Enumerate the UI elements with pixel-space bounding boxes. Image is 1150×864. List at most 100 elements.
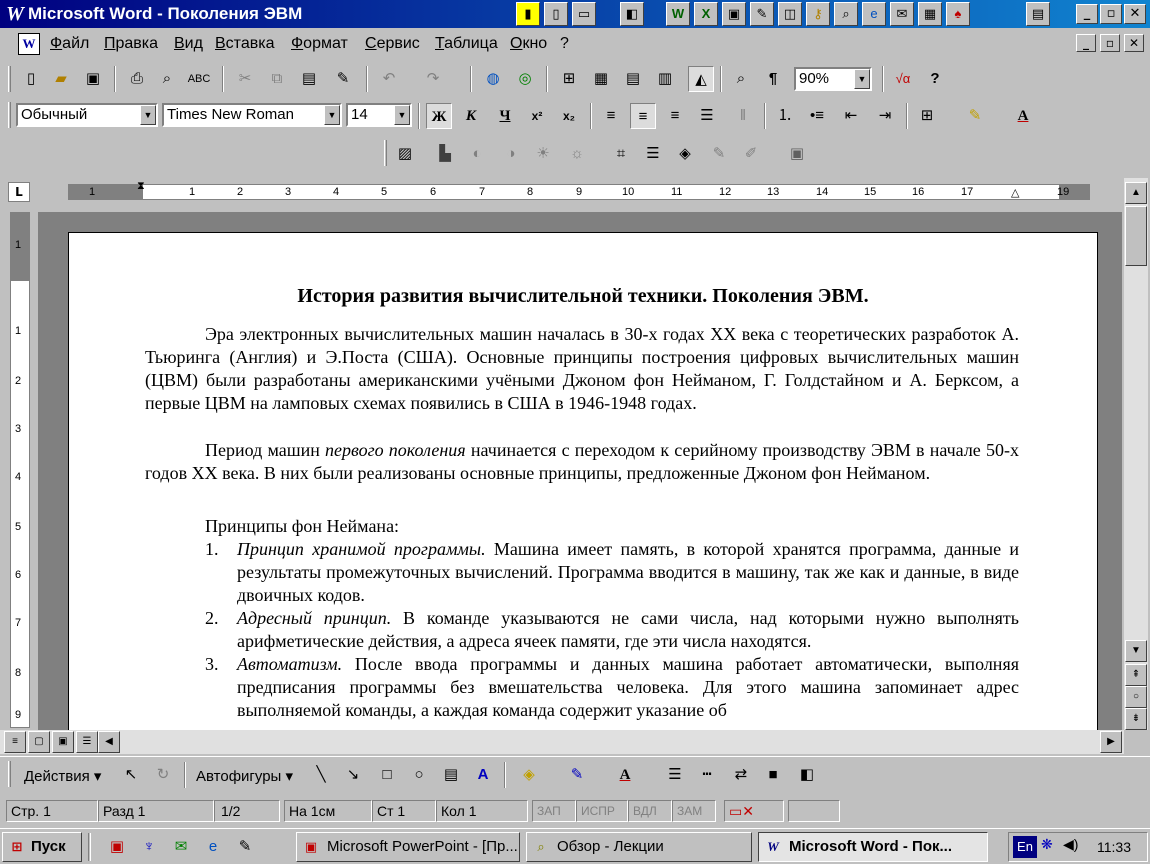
line-style-icon[interactable]: ☰ — [640, 141, 666, 167]
tables-borders-icon[interactable]: ⊞ — [556, 66, 582, 92]
underline-button[interactable]: Ч — [492, 103, 518, 129]
minimize-button[interactable]: _ — [1076, 4, 1098, 24]
decrease-indent-icon[interactable]: ⇤ — [838, 103, 864, 129]
start-button[interactable]: ⊞ Пуск — [2, 832, 82, 862]
line-weight-icon[interactable]: ☰ — [662, 762, 688, 788]
subscript-button[interactable]: x₂ — [556, 103, 582, 129]
fill-color-icon[interactable]: ◈ — [516, 762, 542, 788]
chevron-down-icon[interactable]: ▼ — [854, 69, 870, 89]
spelling-icon[interactable]: ABC — [186, 66, 212, 92]
binder-shortcut-icon[interactable]: ◫ — [778, 2, 802, 26]
drawing-icon[interactable]: ◭ — [688, 66, 714, 92]
calculator-shortcut-icon[interactable]: ▤ — [1026, 2, 1050, 26]
quick-launch-desktop-icon[interactable]: ▣ — [104, 834, 130, 860]
menu-window[interactable]: Окно — [510, 35, 547, 53]
increase-indent-icon[interactable]: ⇥ — [872, 103, 898, 129]
status-ext[interactable]: ВДЛ — [628, 800, 672, 822]
access-shortcut-icon[interactable]: ✎ — [750, 2, 774, 26]
outlook-shortcut-icon[interactable]: ✉ — [890, 2, 914, 26]
normal-view-icon[interactable]: ≡ — [4, 731, 26, 753]
more-contrast-icon[interactable]: ◐ — [464, 141, 490, 167]
word-app-icon[interactable]: W — [4, 3, 26, 25]
document-page[interactable]: История развития вычислительной техники.… — [68, 232, 1098, 730]
quick-launch-outlook-icon[interactable]: ✉ — [168, 834, 194, 860]
insert-excel-icon[interactable]: ▤ — [620, 66, 646, 92]
office-bar-icon[interactable]: ▮ — [516, 2, 540, 26]
menu-help[interactable]: ? — [560, 35, 569, 53]
clock[interactable]: 11:33 — [1097, 839, 1131, 855]
format-picture-icon[interactable]: ◈ — [672, 141, 698, 167]
undo-icon[interactable]: ↶ — [376, 66, 402, 92]
insert-picture-icon[interactable]: ▨ — [392, 141, 418, 167]
less-brightness-icon[interactable]: ☼ — [564, 141, 590, 167]
align-left-icon[interactable]: ≡ — [598, 103, 624, 129]
image-control-icon[interactable]: ▙ — [432, 141, 458, 167]
game-shortcut-icon[interactable]: ♠ — [946, 2, 970, 26]
paste-icon[interactable]: ▤ — [296, 66, 322, 92]
redo-icon[interactable]: ↷ — [420, 66, 446, 92]
document-area[interactable]: История развития вычислительной техники.… — [38, 212, 1122, 730]
line-color-icon[interactable]: ✎ — [564, 762, 590, 788]
outline-view-icon[interactable]: ☰ — [76, 731, 98, 753]
superscript-button[interactable]: x² — [524, 103, 550, 129]
close-button[interactable]: ✕ — [1124, 4, 1146, 24]
quick-launch-ie-icon[interactable]: e — [200, 834, 226, 860]
new-doc-icon[interactable]: ▯ — [544, 2, 568, 26]
dash-style-icon[interactable]: ┅ — [694, 762, 720, 788]
web-toolbar-icon[interactable]: ◎ — [512, 66, 538, 92]
status-trk[interactable]: ИСПР — [576, 800, 628, 822]
menu-view[interactable]: Вид — [174, 35, 203, 53]
first-line-indent-marker[interactable]: ⧗ — [137, 180, 145, 193]
scroll-up-icon[interactable]: ▲ — [1125, 182, 1147, 204]
task-powerpoint[interactable]: ▣ Microsoft PowerPoint - [Пр... — [296, 832, 520, 862]
document-map-icon[interactable]: ⌕ — [728, 66, 754, 92]
copy-icon[interactable]: ⧉ — [264, 66, 290, 92]
spelling-status-icon[interactable]: ▭✕ — [724, 800, 784, 822]
menu-table[interactable]: Таблица — [435, 35, 498, 53]
vertical-ruler[interactable]: 1 1 2 3 4 5 6 7 8 9 — [10, 212, 30, 728]
task-word[interactable]: W Microsoft Word - Пок... — [758, 832, 988, 862]
autoshapes-menu[interactable]: Автофигуры ▾ — [196, 767, 293, 785]
web-view-icon[interactable]: ▢ — [28, 731, 50, 753]
scroll-down-icon[interactable]: ▼ — [1125, 640, 1147, 662]
page-layout-view-icon[interactable]: ▣ — [52, 731, 74, 753]
font-color-icon[interactable]: A — [1010, 103, 1036, 129]
open-folder-icon[interactable]: ▭ — [572, 2, 596, 26]
doc-restore-button[interactable]: ▫ — [1100, 34, 1120, 52]
powerpoint-shortcut-icon[interactable]: ▣ — [722, 2, 746, 26]
insert-table-icon[interactable]: ▦ — [588, 66, 614, 92]
arrow-icon[interactable]: ↘ — [340, 762, 366, 788]
columns-icon[interactable]: ▥ — [652, 66, 678, 92]
align-right-icon[interactable]: ≡ — [662, 103, 688, 129]
bold-button[interactable]: Ж — [426, 103, 452, 129]
3d-icon[interactable]: ◧ — [794, 762, 820, 788]
highlight-icon[interactable]: ✎ — [962, 103, 988, 129]
hyperlink-icon[interactable]: ◍ — [480, 66, 506, 92]
doc-close-button[interactable]: ✕ — [1124, 34, 1144, 52]
italic-button[interactable]: К — [458, 103, 484, 129]
horizontal-scrollbar[interactable]: ≡ ▢ ▣ ☰ ◀ ▶ — [0, 730, 1124, 754]
print-icon[interactable]: ⎙ — [124, 66, 150, 92]
font-size-select[interactable]: 14 ▼ — [346, 103, 412, 127]
ie-shortcut-icon[interactable]: e — [862, 2, 886, 26]
format-painter-icon[interactable]: ✎ — [330, 66, 356, 92]
scroll-left-icon[interactable]: ◀ — [98, 731, 120, 753]
borders-icon[interactable]: ⊞ — [914, 103, 940, 129]
free-rotate-icon[interactable]: ↻ — [150, 762, 176, 788]
text-box-icon[interactable]: ▤ — [438, 762, 464, 788]
shadow-icon[interactable]: ■ — [760, 762, 786, 788]
volume-icon[interactable]: ◀) — [1063, 836, 1078, 853]
document-menu-icon[interactable]: W — [18, 33, 40, 55]
arrow-style-icon[interactable]: ⇄ — [728, 762, 754, 788]
select-browse-object-icon[interactable]: ○ — [1125, 686, 1147, 708]
previous-page-icon[interactable]: ⇞ — [1125, 664, 1147, 686]
menu-tools[interactable]: Сервис — [365, 35, 420, 53]
excel-shortcut-icon[interactable]: X — [694, 2, 718, 26]
chevron-down-icon[interactable]: ▼ — [140, 105, 156, 125]
status-rec[interactable]: ЗАП — [532, 800, 576, 822]
scroll-thumb[interactable] — [1125, 206, 1147, 266]
chevron-down-icon[interactable]: ▼ — [324, 105, 340, 125]
vertical-scrollbar[interactable]: ▲ ▼ ⇞ ○ ⇟ — [1124, 178, 1148, 730]
font-select[interactable]: Times New Roman ▼ — [162, 103, 342, 127]
help-icon[interactable]: ? — [922, 66, 948, 92]
